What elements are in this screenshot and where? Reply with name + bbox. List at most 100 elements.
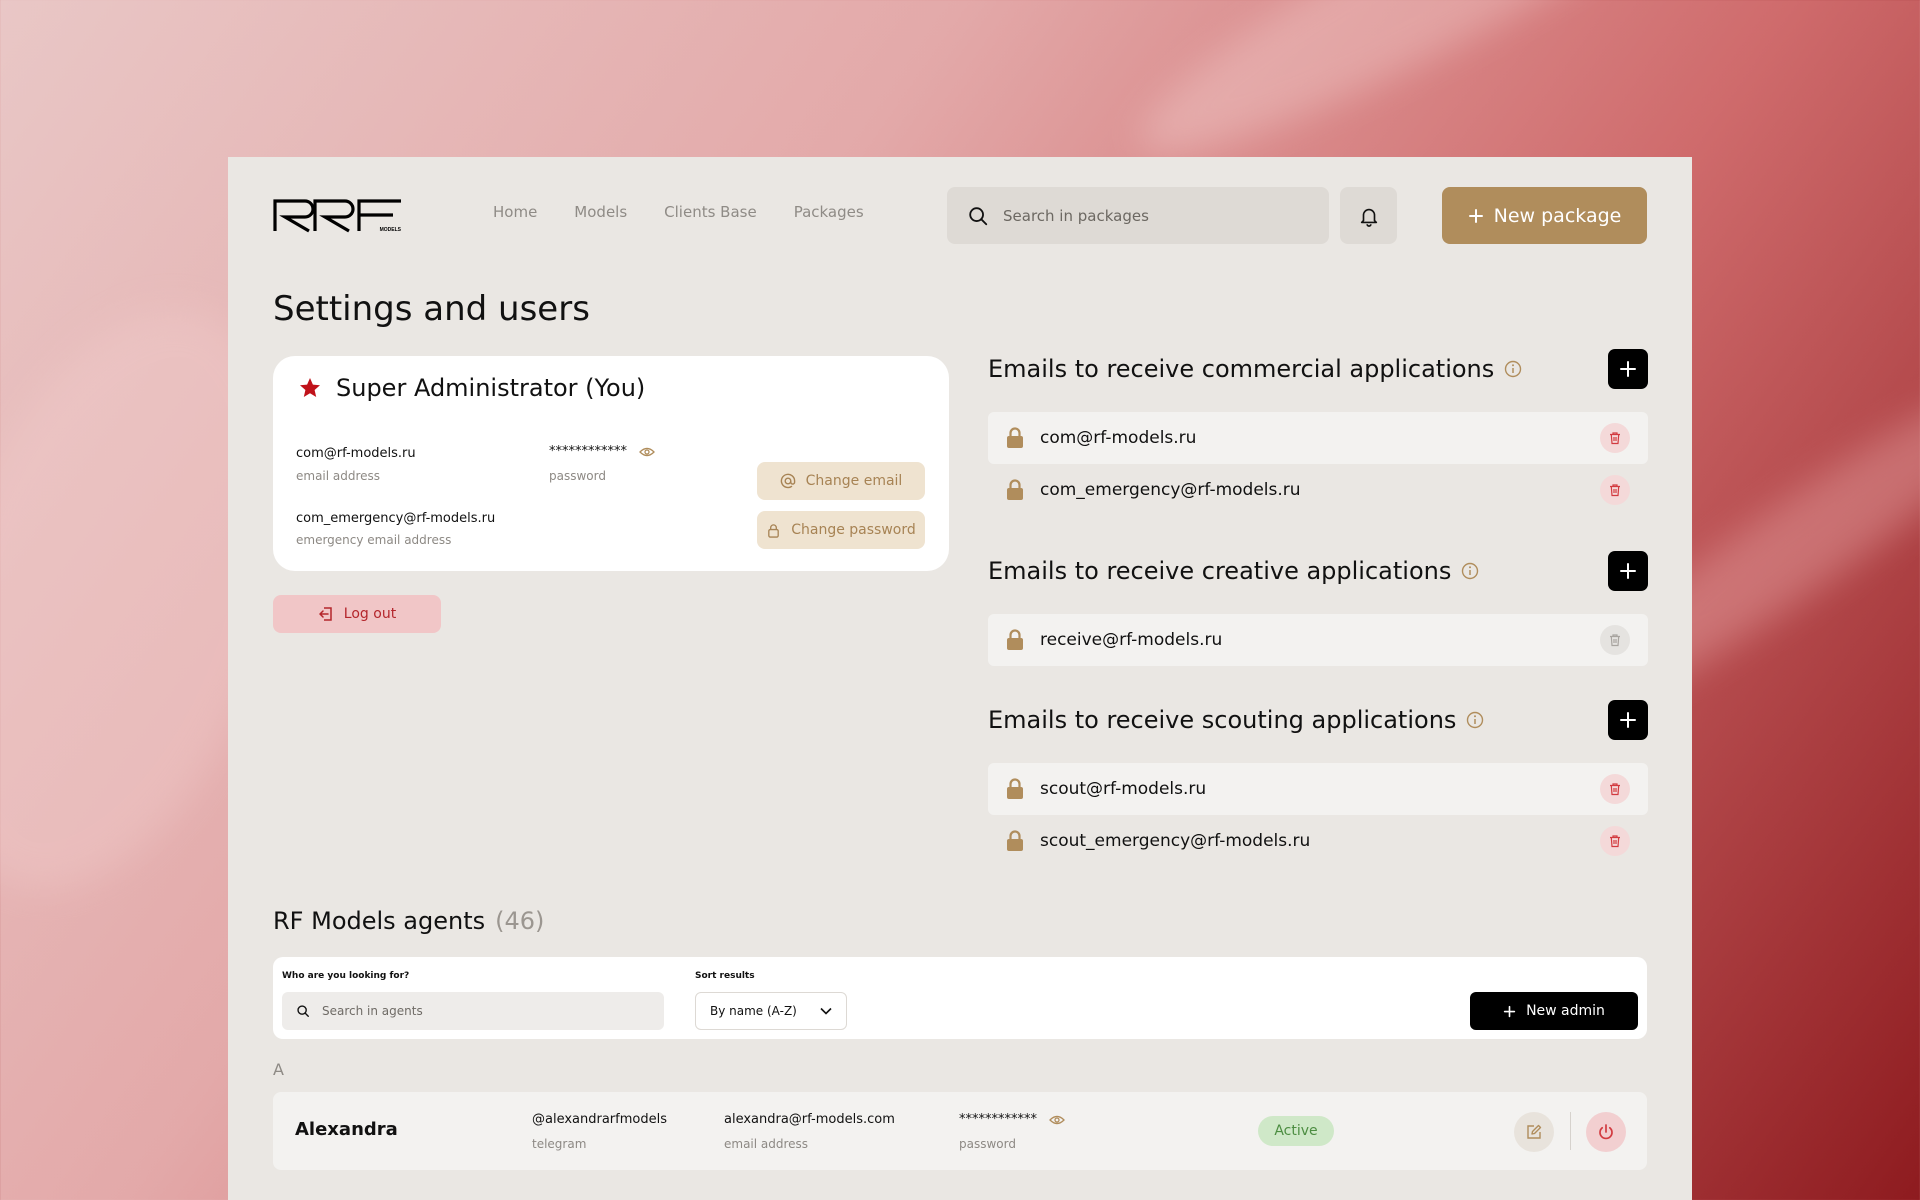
at-icon: [780, 473, 795, 489]
plus-icon: [1468, 208, 1483, 223]
lock-icon: [1007, 479, 1023, 500]
email-address: com@rf-models.ru: [1040, 428, 1197, 448]
trash-icon: [1610, 484, 1620, 497]
section-title: Emails to receive scouting applications: [988, 706, 1457, 734]
scouting-emails-section: Emails to receive scouting applications …: [988, 699, 1648, 867]
plus-icon: [1620, 361, 1636, 377]
agent-email: alexandra@rf-models.com: [724, 1112, 895, 1127]
change-password-label: Change password: [791, 522, 916, 538]
sort-label: Sort results: [695, 971, 755, 981]
agent-telegram: @alexandrarfmodels: [532, 1112, 667, 1127]
commercial-emails-section: Emails to receive commercial application…: [988, 348, 1648, 516]
add-email-button[interactable]: [1608, 551, 1648, 591]
change-email-label: Change email: [805, 473, 903, 489]
logout-label: Log out: [343, 606, 397, 622]
admin-email-label: email address: [296, 469, 381, 483]
deactivate-agent-button[interactable]: [1586, 1112, 1626, 1152]
trash-icon: [1610, 432, 1620, 445]
nav-models[interactable]: Models: [574, 203, 627, 221]
agent-email-label: email address: [724, 1137, 809, 1151]
admin-email: com@rf-models.ru: [296, 446, 416, 461]
agent-search[interactable]: [282, 992, 664, 1030]
email-address: com_emergency@rf-models.ru: [1040, 480, 1301, 500]
add-email-button[interactable]: [1608, 349, 1648, 389]
plus-icon: [1620, 712, 1636, 728]
new-admin-label: New admin: [1526, 1003, 1605, 1019]
creative-emails-section: Emails to receive creative applications …: [988, 550, 1648, 666]
nav-clients-base[interactable]: Clients Base: [664, 203, 757, 221]
lock-icon: [768, 523, 780, 538]
status-badge: Active: [1258, 1116, 1334, 1146]
nav-home[interactable]: Home: [493, 203, 537, 221]
change-email-button[interactable]: Change email: [757, 462, 925, 500]
logo-mark: MODELS: [273, 199, 402, 233]
delete-email-button[interactable]: [1600, 475, 1630, 505]
admin-password-label: password: [549, 469, 606, 483]
divider: [1570, 1112, 1571, 1150]
sort-select[interactable]: By name (A-Z): [695, 992, 847, 1030]
admin-password-mask: ************: [549, 444, 627, 459]
trash-icon: [1610, 835, 1620, 848]
logout-button[interactable]: Log out: [273, 595, 441, 633]
package-search-input[interactable]: [1003, 206, 1303, 225]
agent-name: Alexandra: [295, 1119, 398, 1140]
search-agents-label: Who are you looking for?: [282, 971, 410, 981]
search-icon: [969, 206, 988, 225]
rf-models-logo[interactable]: MODELS: [273, 197, 403, 233]
logo-sub: MODELS: [380, 227, 402, 233]
delete-email-button[interactable]: [1600, 774, 1630, 804]
agents-title: RF Models agents: [273, 907, 486, 935]
admin-title-text: Super Administrator (You): [336, 374, 646, 402]
eye-icon[interactable]: [1049, 1114, 1066, 1126]
package-search[interactable]: [947, 187, 1329, 244]
edit-agent-button[interactable]: [1514, 1112, 1554, 1152]
info-icon[interactable]: [1504, 360, 1522, 378]
power-icon: [1599, 1124, 1613, 1140]
email-row: com@rf-models.ru: [988, 412, 1648, 464]
section-header: Emails to receive scouting applications: [988, 699, 1648, 741]
eye-icon[interactable]: [639, 446, 656, 458]
sort-value: By name (A-Z): [710, 1004, 797, 1018]
lock-icon: [1007, 830, 1023, 851]
info-icon[interactable]: [1461, 562, 1479, 580]
section-title: Emails to receive commercial application…: [988, 355, 1495, 383]
agents-heading: RF Models agents (46): [273, 907, 544, 935]
agent-password-label: password: [959, 1137, 1016, 1151]
bell-icon: [1360, 208, 1377, 227]
agents-filter-bar: Who are you looking for? Sort results By…: [273, 957, 1647, 1039]
change-password-button[interactable]: Change password: [757, 511, 925, 549]
delete-email-button[interactable]: [1600, 826, 1630, 856]
chevron-down-icon: [820, 1007, 832, 1015]
email-address: scout_emergency@rf-models.ru: [1040, 831, 1311, 851]
notifications-button[interactable]: [1340, 187, 1397, 244]
section-title: Emails to receive creative applications: [988, 557, 1452, 585]
nav-packages[interactable]: Packages: [794, 203, 864, 221]
super-admin-card: Super Administrator (You) com@rf-models.…: [273, 356, 949, 571]
lock-icon: [1007, 778, 1023, 799]
delete-email-button[interactable]: [1600, 423, 1630, 453]
trash-icon: [1610, 634, 1620, 647]
agent-row[interactable]: Alexandra @alexandrarfmodels telegram al…: [273, 1092, 1647, 1170]
admin-emergency-label: emergency email address: [296, 533, 452, 547]
main-nav: Home Models Clients Base Packages: [493, 203, 864, 221]
delete-email-button[interactable]: [1600, 625, 1630, 655]
agents-count: (46): [495, 907, 545, 935]
email-row: receive@rf-models.ru: [988, 614, 1648, 666]
new-package-button[interactable]: New package: [1442, 187, 1647, 244]
add-email-button[interactable]: [1608, 700, 1648, 740]
page-title: Settings and users: [273, 289, 590, 329]
section-header: Emails to receive creative applications: [988, 550, 1648, 592]
admin-card-title: Super Administrator (You): [298, 374, 645, 402]
trash-icon: [1610, 783, 1620, 796]
plus-icon: [1503, 1005, 1516, 1017]
admin-password: ************: [549, 444, 656, 459]
new-admin-button[interactable]: New admin: [1470, 992, 1638, 1030]
agent-telegram-label: telegram: [532, 1137, 587, 1151]
app-window: MODELS Home Models Clients Base Packages…: [228, 157, 1692, 1200]
email-address: receive@rf-models.ru: [1040, 630, 1223, 650]
email-row: scout_emergency@rf-models.ru: [988, 815, 1648, 867]
agent-search-input[interactable]: [322, 1004, 642, 1018]
info-icon[interactable]: [1466, 711, 1484, 729]
lock-icon: [1007, 427, 1023, 448]
email-address: scout@rf-models.ru: [1040, 779, 1207, 799]
